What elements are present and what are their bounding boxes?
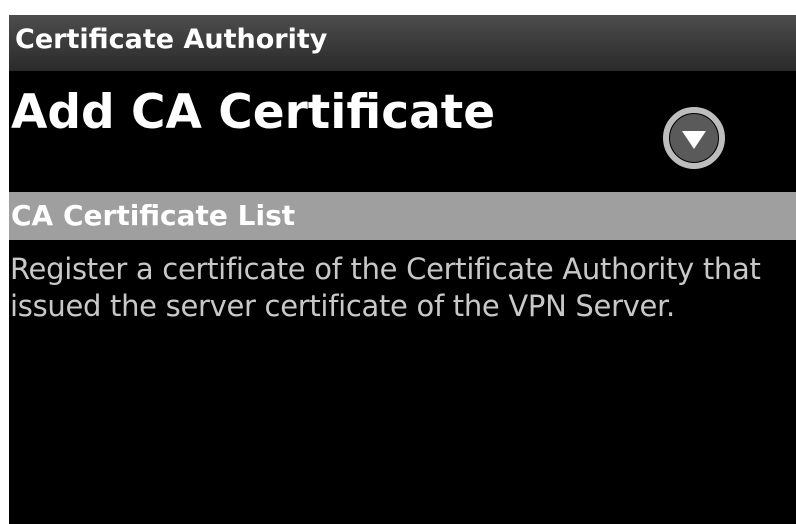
add-ca-certificate-label: Add CA Certificate [11, 85, 496, 140]
section-header-label: CA Certificate List [11, 199, 296, 232]
add-ca-certificate-item[interactable]: Add CA Certificate [9, 71, 796, 191]
section-description: Register a certificate of the Certificat… [10, 252, 761, 323]
title-bar: Certificate Authority [9, 15, 796, 71]
ca-certificate-list-header: CA Certificate List [9, 192, 796, 240]
chevron-down-circle-icon[interactable] [661, 105, 727, 171]
window-title: Certificate Authority [15, 24, 328, 55]
app-screen: Certificate Authority Add CA Certificate… [9, 15, 796, 524]
